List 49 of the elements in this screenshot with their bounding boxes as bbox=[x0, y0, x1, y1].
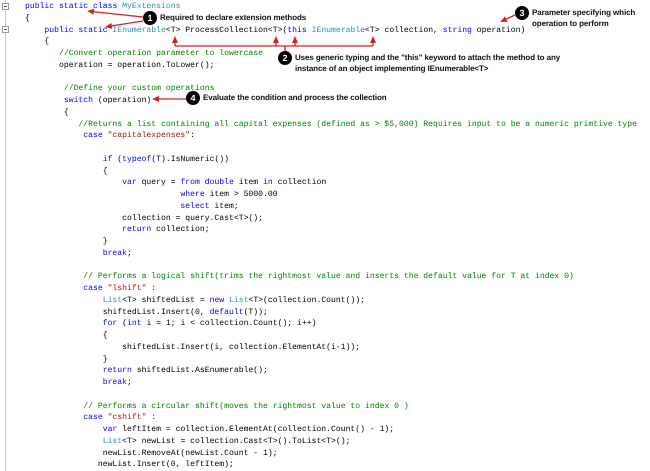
callout-text: Evaluate the condition and process the collection bbox=[202, 92, 388, 103]
code-line: shiftedList.Insert(0, default(T)); bbox=[102, 308, 268, 316]
code-line: { bbox=[43, 37, 50, 46]
code-line: { bbox=[62, 108, 69, 117]
code-line: return collection; bbox=[121, 225, 210, 234]
code-line: case "cshift" : bbox=[82, 413, 156, 422]
code-line: switch (operation) bbox=[62, 96, 152, 105]
code-line: } bbox=[102, 237, 108, 246]
number-badge: 4 bbox=[186, 91, 200, 105]
callout-arrow bbox=[500, 14, 516, 22]
code-line: for (int i = 1; i < collection.Count(); i++) bbox=[102, 319, 316, 328]
code-line: //Convert operation parameter to lowercase bbox=[58, 49, 263, 58]
code-line: //Define your custom operations bbox=[62, 84, 214, 94]
code-line: public static class MyExtensions bbox=[25, 2, 180, 11]
code-line: List<T> newList = collection.Cast<T>().ToList<T>(); bbox=[102, 436, 350, 446]
code-line: public static IEnumerable<T> ProcessCollection<T>(this IEnumerable<T> collection, string operation) bbox=[43, 26, 526, 34]
callout-text: Uses generic typing and the "this" keyword to attach the method to any instance of an object implementing IEnumerable<T> bbox=[294, 52, 562, 74]
code-line: newList.RemoveAt(newList.Count - 1); bbox=[102, 448, 278, 458]
code-line: collection = query.Cast<T>(); bbox=[121, 214, 263, 222]
code-line: where item > 5000.00 bbox=[179, 190, 278, 199]
code-line: case "lshift" : bbox=[82, 284, 156, 293]
code-line: operation = operation.ToLower(); bbox=[58, 60, 214, 70]
collapse-icon[interactable] bbox=[2, 3, 9, 10]
code-line: shiftedList.Insert(i, collection.ElementAt(i-1)); bbox=[121, 342, 360, 352]
code-line: newList.Insert(0, leftItem); bbox=[96, 460, 234, 470]
callout-text: Required to declare extension methods bbox=[159, 12, 308, 23]
code-line: select item; bbox=[179, 202, 239, 211]
code-line: return shiftedList.AsEnumerable(); bbox=[102, 366, 268, 376]
code-line: if (typeof(T).IsNumeric()) bbox=[102, 154, 230, 164]
code-line: List<T> shiftedList = new List<T>(collection.Count()); bbox=[102, 296, 366, 305]
code-line: // Performs a circular shift(moves the rightmost value to index 0 ) bbox=[82, 402, 409, 410]
code-line: } bbox=[102, 354, 108, 364]
code-line: var leftItem = collection.ElementAt(collection.Count() - 1); bbox=[102, 425, 394, 434]
number-badge: 2 bbox=[278, 51, 292, 65]
code-line: break; bbox=[102, 378, 132, 387]
code-line: break; bbox=[102, 248, 132, 258]
number-badge: 1 bbox=[143, 11, 157, 25]
callout-arrow bbox=[152, 96, 186, 102]
code-line: case "capitalexpenses": bbox=[82, 131, 196, 140]
code-line: { bbox=[102, 166, 108, 176]
number-badge: 3 bbox=[515, 6, 529, 20]
code-line: { bbox=[25, 14, 30, 23]
code-line: { bbox=[102, 331, 108, 340]
code-line: // Performs a logical shift(trims the rightmost value and inserts the default value for T at index 0) bbox=[82, 272, 574, 282]
callout-text: Parameter specifying which operation to perform bbox=[531, 7, 636, 29]
code-line: var query = from double item in collection bbox=[121, 178, 326, 188]
collapse-icon[interactable] bbox=[2, 26, 9, 33]
callout-arrow bbox=[87, 8, 144, 18]
code-line: //Returns a list containing all capital expenses (defined as > $5,000) Requires input to be a numeric primtive type bbox=[77, 120, 637, 128]
